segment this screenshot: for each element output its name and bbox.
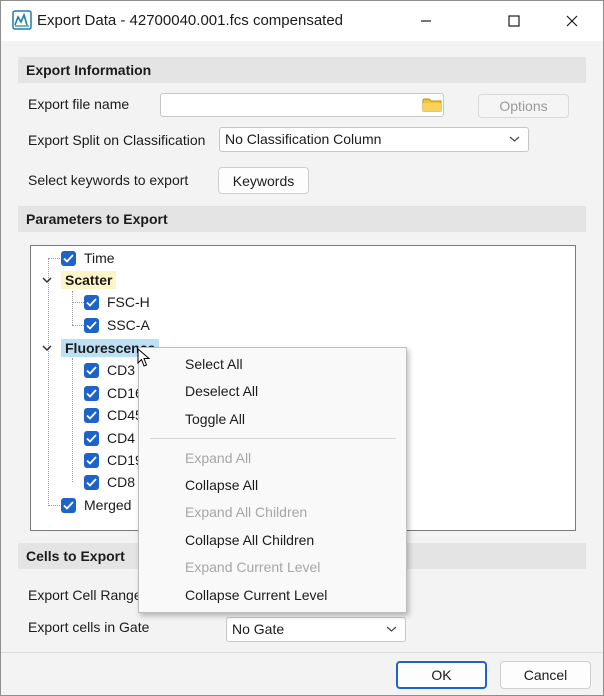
app-icon — [12, 10, 32, 30]
mouse-pointer-icon — [137, 348, 151, 367]
tree-connector — [72, 325, 84, 326]
close-button[interactable] — [549, 1, 595, 41]
menu-item-expand-all[interactable]: Expand All — [185, 446, 251, 470]
export-file-name-input[interactable] — [160, 93, 444, 117]
maximize-icon — [508, 15, 520, 27]
tree-item-merged[interactable]: Merged — [61, 495, 131, 515]
export-cells-in-gate-label: Export cells in Gate — [28, 619, 150, 635]
folder-icon[interactable] — [422, 97, 442, 113]
tree-item-fsc-h[interactable]: FSC-H — [84, 292, 150, 312]
tree-item-cd45[interactable]: CD45 — [84, 405, 143, 425]
classification-select-value: No Classification Column — [225, 131, 382, 147]
tree-connector — [72, 302, 84, 303]
tree-connector — [72, 291, 73, 325]
menu-item-toggle-all[interactable]: Toggle All — [185, 407, 245, 431]
context-menu: Select All Deselect All Toggle All Expan… — [138, 347, 407, 613]
tree-item-label: SSC-A — [107, 317, 150, 333]
checkbox-checked-icon[interactable] — [84, 474, 99, 490]
checkbox-checked-icon[interactable] — [84, 452, 99, 468]
export-cell-range-label: Export Cell Range — [28, 587, 142, 603]
select-keywords-label: Select keywords to export — [28, 172, 189, 188]
menu-item-select-all[interactable]: Select All — [185, 352, 243, 376]
export-split-label: Export Split on Classification — [28, 132, 206, 148]
options-button[interactable]: Options — [478, 94, 569, 118]
chevron-down-icon — [509, 136, 520, 142]
tree-item-label: CD4 — [107, 430, 136, 446]
tree-connector — [72, 358, 73, 482]
parameters-header: Parameters to Export — [18, 206, 586, 232]
export-file-name-label: Export file name — [28, 96, 130, 112]
maximize-button[interactable] — [491, 1, 537, 41]
tree-item-label: Merged — [84, 497, 132, 513]
chevron-down-icon — [386, 626, 397, 632]
tree-item-cd16[interactable]: CD16 — [84, 383, 143, 403]
tree-item-cd8[interactable]: CD8 — [84, 472, 135, 492]
window-title: Export Data - 42700040.001.fcs compensat… — [37, 12, 344, 29]
chevron-down-icon[interactable] — [41, 342, 53, 354]
checkbox-checked-icon[interactable] — [61, 497, 76, 513]
ok-button[interactable]: OK — [396, 661, 487, 689]
footer-divider — [1, 652, 603, 653]
chevron-down-icon[interactable] — [41, 274, 53, 286]
tree-item-time[interactable]: Time — [61, 248, 115, 268]
tree-item-label: Time — [84, 250, 115, 266]
tree-connector — [48, 258, 49, 506]
export-data-dialog: Export Data - 42700040.001.fcs compensat… — [0, 0, 604, 696]
keywords-button[interactable]: Keywords — [218, 167, 309, 194]
minimize-icon — [421, 20, 431, 22]
checkbox-checked-icon[interactable] — [84, 385, 99, 401]
menu-item-expand-all-children[interactable]: Expand All Children — [185, 500, 307, 524]
tree-connector — [48, 258, 62, 259]
tree-item-ssc-a[interactable]: SSC-A — [84, 315, 150, 335]
tree-connector — [48, 505, 62, 506]
tree-item-cd4[interactable]: CD4 — [84, 428, 135, 448]
close-icon — [566, 15, 578, 27]
cancel-button[interactable]: Cancel — [500, 661, 591, 689]
checkbox-checked-icon[interactable] — [84, 362, 99, 378]
menu-separator — [150, 438, 396, 439]
checkbox-checked-icon[interactable] — [84, 407, 99, 423]
title-bar[interactable]: Export Data - 42700040.001.fcs compensat… — [1, 1, 603, 41]
menu-item-collapse-current-level[interactable]: Collapse Current Level — [185, 583, 327, 607]
checkbox-checked-icon[interactable] — [84, 430, 99, 446]
tree-item-label: CD8 — [107, 474, 136, 490]
tree-group-label: Scatter — [61, 271, 117, 289]
tree-item-label: CD3 — [107, 362, 136, 378]
menu-item-expand-current-level[interactable]: Expand Current Level — [185, 555, 320, 579]
gate-select[interactable]: No Gate — [226, 617, 406, 642]
tree-item-label: FSC-H — [107, 294, 150, 310]
tree-item-cd19[interactable]: CD19 — [84, 450, 143, 470]
menu-item-collapse-all[interactable]: Collapse All — [185, 473, 258, 497]
checkbox-checked-icon[interactable] — [84, 317, 99, 333]
tree-item-cd3[interactable]: CD3 — [84, 360, 135, 380]
checkbox-checked-icon[interactable] — [84, 294, 99, 310]
checkbox-checked-icon[interactable] — [61, 250, 76, 266]
menu-item-collapse-all-children[interactable]: Collapse All Children — [185, 528, 314, 552]
classification-select[interactable]: No Classification Column — [219, 127, 529, 152]
minimize-button[interactable] — [403, 1, 449, 41]
gate-select-value: No Gate — [232, 621, 285, 637]
menu-item-deselect-all[interactable]: Deselect All — [185, 379, 258, 403]
export-information-header: Export Information — [18, 57, 586, 83]
tree-group-scatter[interactable]: Scatter — [61, 270, 117, 290]
